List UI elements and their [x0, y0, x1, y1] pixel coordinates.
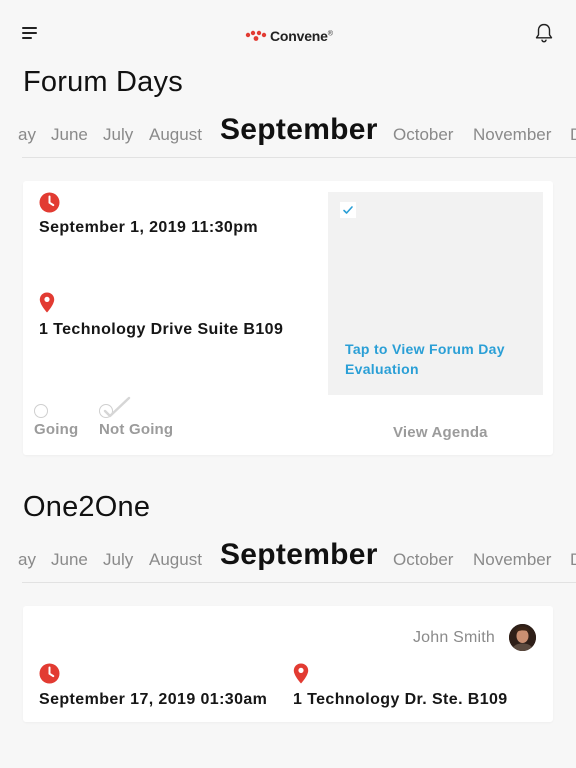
brand-name: Convene® — [270, 28, 333, 44]
month-may-partial[interactable]: ay — [18, 550, 36, 570]
going-label: Going — [34, 421, 79, 438]
rsvp-not-going-option[interactable]: Not Going — [99, 395, 189, 443]
going-radio[interactable] — [34, 404, 48, 418]
month-september-active[interactable]: September — [220, 113, 378, 147]
event-location: 1 Technology Drive Suite B109 — [39, 321, 284, 338]
top-bar: Convene® — [0, 0, 576, 66]
clock-icon — [39, 192, 60, 213]
one2one-month-selector: ay June July August September October No… — [0, 538, 576, 578]
bell-icon[interactable] — [534, 22, 554, 44]
month-september-active[interactable]: September — [220, 538, 378, 572]
month-august[interactable]: August — [149, 550, 202, 570]
attendee-name: John Smith — [412, 629, 495, 646]
view-agenda-button[interactable]: View Agenda — [393, 424, 488, 441]
convene-logo-mark-icon — [245, 30, 267, 41]
month-november[interactable]: November — [473, 125, 551, 145]
month-june[interactable]: June — [51, 550, 88, 570]
divider — [22, 157, 576, 158]
month-november[interactable]: November — [473, 550, 551, 570]
forum-days-month-selector: ay June July August September October No… — [0, 113, 576, 153]
forum-days-title: Forum Days — [23, 66, 183, 98]
view-evaluation-link[interactable]: Tap to View Forum Day Evaluation — [345, 339, 535, 379]
event-datetime: September 1, 2019 11:30pm — [39, 219, 259, 236]
month-october[interactable]: October — [393, 125, 453, 145]
not-going-label: Not Going — [99, 421, 174, 438]
month-may-partial[interactable]: ay — [18, 125, 36, 145]
avatar — [509, 624, 536, 651]
month-august[interactable]: August — [149, 125, 202, 145]
forum-day-evaluation-panel[interactable]: Tap to View Forum Day Evaluation — [328, 192, 543, 395]
rsvp-going-option[interactable]: Going — [34, 403, 94, 443]
month-june[interactable]: June — [51, 125, 88, 145]
location-pin-icon — [293, 663, 309, 684]
checkmark-icon — [103, 396, 131, 418]
divider — [22, 582, 576, 583]
hamburger-icon[interactable] — [22, 26, 40, 40]
meeting-location: 1 Technology Dr. Ste. B109 — [293, 691, 508, 708]
clock-icon — [39, 663, 60, 684]
one2one-title: One2One — [23, 491, 151, 523]
month-december-partial[interactable]: D — [570, 550, 576, 570]
one2one-meeting-card[interactable]: John Smith September 17, 2019 01:30am 1 … — [23, 606, 553, 722]
meeting-datetime: September 17, 2019 01:30am — [39, 691, 268, 708]
month-july[interactable]: July — [103, 550, 133, 570]
month-october[interactable]: October — [393, 550, 453, 570]
convene-logo: Convene® — [245, 28, 333, 44]
location-pin-icon — [39, 292, 55, 313]
checkmark-icon — [340, 202, 356, 218]
month-december-partial[interactable]: D — [570, 125, 576, 145]
forum-day-event-card: September 1, 2019 11:30pm 1 Technology D… — [23, 181, 553, 455]
month-july[interactable]: July — [103, 125, 133, 145]
